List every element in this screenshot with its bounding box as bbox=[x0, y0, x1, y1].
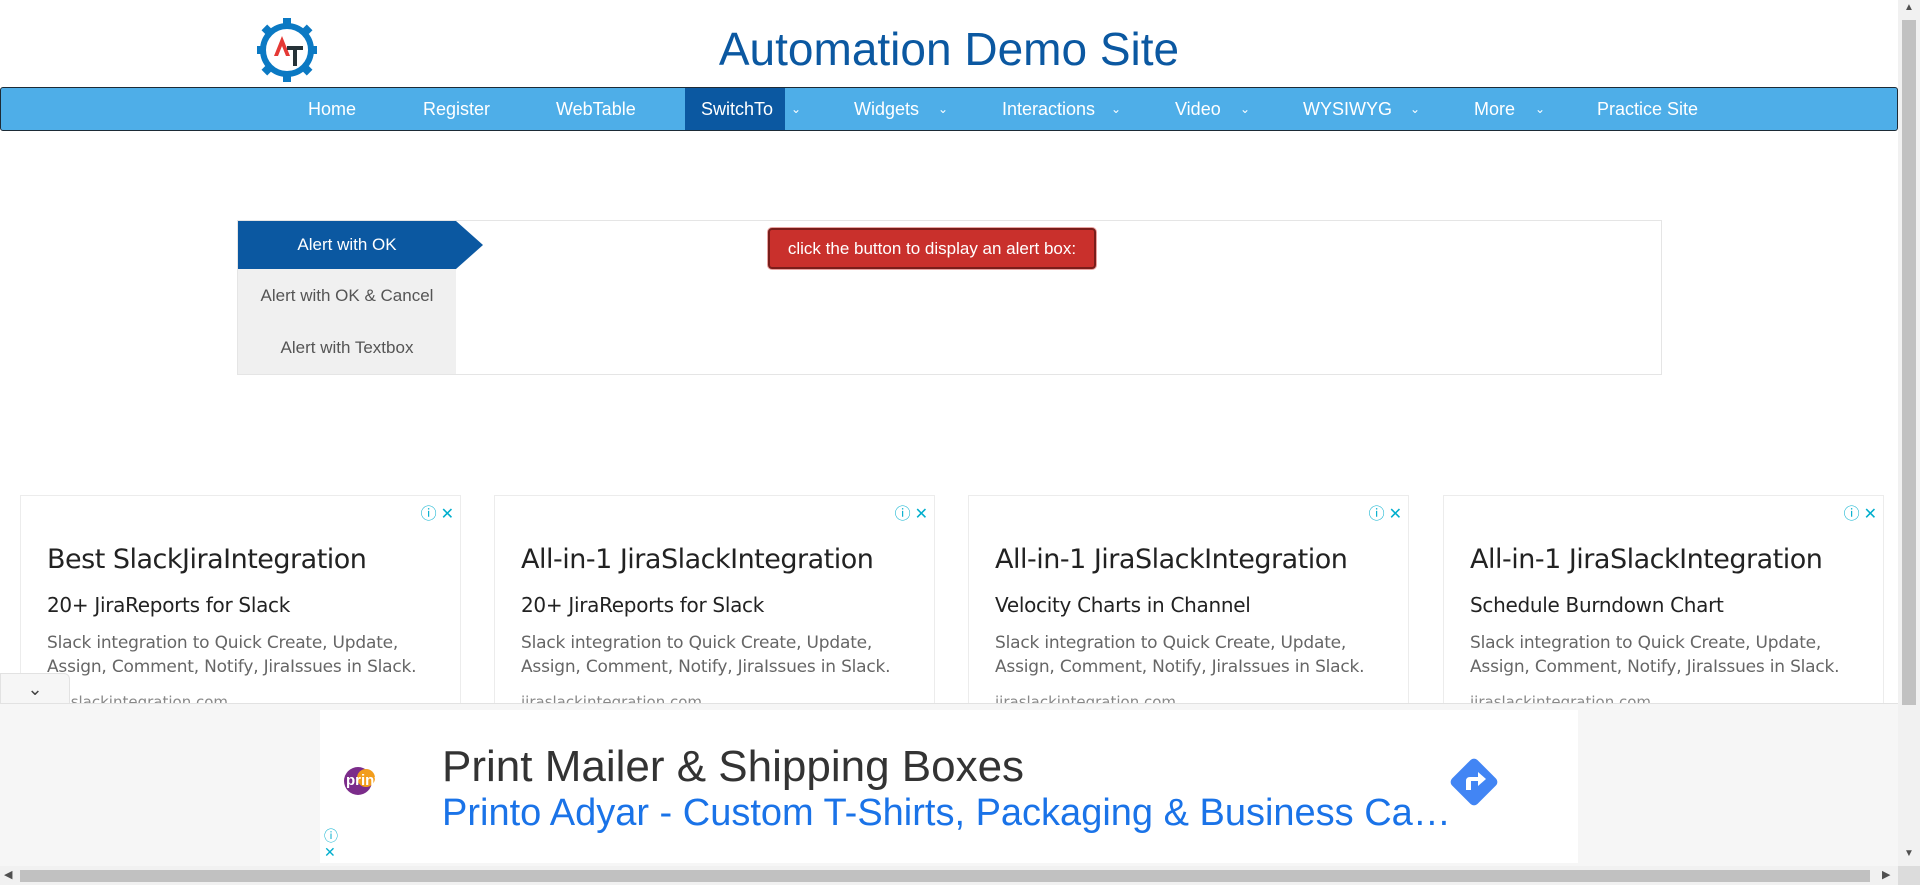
ad-body: Slack integration to Quick Create, Updat… bbox=[47, 633, 417, 677]
chevron-down-icon[interactable]: ⌄ bbox=[1404, 88, 1426, 130]
ad-subtitle: Schedule Burndown Chart bbox=[1470, 593, 1724, 617]
nav-item-video[interactable]: Video bbox=[1159, 88, 1237, 130]
ad-body: Slack integration to Quick Create, Updat… bbox=[1470, 633, 1840, 677]
vertical-scrollbar[interactable]: ▲ ▼ bbox=[1898, 0, 1920, 866]
info-icon[interactable]: ⓘ bbox=[421, 506, 437, 523]
scroll-left-icon[interactable]: ◀ bbox=[4, 868, 12, 881]
scrollbar-thumb[interactable] bbox=[20, 870, 1870, 882]
banner-title[interactable]: Print Mailer & Shipping Boxes bbox=[442, 742, 1024, 792]
scrollbar-thumb[interactable] bbox=[1902, 20, 1916, 705]
tab-alert-with-ok-cancel[interactable]: Alert with OK & Cancel bbox=[238, 272, 456, 320]
ad-subtitle: Velocity Charts in Channel bbox=[995, 593, 1251, 617]
nav-item-switchto[interactable]: SwitchTo bbox=[685, 88, 790, 130]
info-icon[interactable]: ⓘ bbox=[1369, 506, 1385, 523]
chevron-down-icon[interactable]: ⌄ bbox=[1234, 88, 1256, 130]
scroll-down-icon[interactable]: ▼ bbox=[1898, 848, 1920, 859]
info-icon[interactable]: ⓘ bbox=[324, 828, 338, 844]
collapse-banner-button[interactable]: ⌄ bbox=[0, 673, 70, 703]
printo-logo: printo bbox=[344, 767, 389, 795]
ad-subtitle: 20+ JiraReports for Slack bbox=[521, 593, 765, 617]
scroll-right-icon[interactable]: ▶ bbox=[1882, 868, 1890, 881]
close-icon[interactable]: ✕ bbox=[915, 506, 928, 523]
directions-arrow-icon[interactable] bbox=[1444, 752, 1504, 812]
main-nav: Home Register WebTable SwitchTo ⌄ Widget… bbox=[0, 87, 1898, 131]
display-alert-button[interactable]: click the button to display an alert box… bbox=[768, 228, 1096, 269]
close-icon[interactable]: ✕ bbox=[324, 844, 338, 860]
nav-item-more[interactable]: More bbox=[1458, 88, 1531, 130]
info-icon[interactable]: ⓘ bbox=[895, 506, 911, 523]
nav-item-wysiwyg[interactable]: WYSIWYG bbox=[1287, 88, 1408, 130]
chevron-down-icon: ⌄ bbox=[27, 679, 43, 699]
ad-title[interactable]: Best SlackJiraIntegration bbox=[47, 544, 367, 575]
chevron-down-icon[interactable]: ⌄ bbox=[785, 88, 807, 130]
close-icon[interactable]: ✕ bbox=[441, 506, 454, 523]
nav-item-practice-site[interactable]: Practice Site bbox=[1581, 88, 1714, 130]
chevron-down-icon[interactable]: ⌄ bbox=[1105, 88, 1127, 130]
ad-subtitle: 20+ JiraReports for Slack bbox=[47, 593, 291, 617]
bottom-ad-banner[interactable]: printo Print Mailer & Shipping Boxes Pri… bbox=[320, 710, 1578, 863]
nav-item-register[interactable]: Register bbox=[407, 88, 506, 130]
horizontal-scrollbar[interactable]: ◀ ▶ bbox=[0, 866, 1898, 885]
site-title: Automation Demo Site bbox=[718, 23, 1180, 75]
ad-card[interactable]: ⓘ ✕ All-in-1 JiraSlackIntegration 20+ Jir… bbox=[494, 495, 935, 705]
scrollbar-corner bbox=[1898, 866, 1920, 885]
ad-card[interactable]: ⓘ ✕ All-in-1 JiraSlackIntegration Velocit… bbox=[968, 495, 1409, 705]
close-icon[interactable]: ✕ bbox=[1389, 506, 1402, 523]
nav-item-home[interactable]: Home bbox=[292, 88, 372, 130]
chevron-down-icon[interactable]: ⌄ bbox=[1529, 88, 1551, 130]
page: Automation Demo Site Home Register WebTa… bbox=[0, 0, 1920, 885]
tab-alert-with-ok[interactable]: Alert with OK bbox=[238, 221, 483, 269]
scroll-up-icon[interactable]: ▲ bbox=[1898, 2, 1920, 13]
ad-title[interactable]: All-in-1 JiraSlackIntegration bbox=[995, 544, 1348, 575]
ad-body: Slack integration to Quick Create, Updat… bbox=[521, 633, 891, 677]
ad-card[interactable]: ⓘ ✕ All-in-1 JiraSlackIntegration Schedul… bbox=[1443, 495, 1884, 705]
close-icon[interactable]: ✕ bbox=[1864, 506, 1877, 523]
chevron-down-icon[interactable]: ⌄ bbox=[932, 88, 954, 130]
nav-item-widgets[interactable]: Widgets bbox=[838, 88, 935, 130]
ad-card[interactable]: ⓘ ✕ Best SlackJiraIntegration 20+ JiraRep… bbox=[20, 495, 461, 705]
tab-alert-with-textbox[interactable]: Alert with Textbox bbox=[238, 324, 456, 372]
banner-link[interactable]: Printo Adyar - Custom T-Shirts, Packagin… bbox=[442, 792, 1451, 835]
ad-body: Slack integration to Quick Create, Updat… bbox=[995, 633, 1365, 677]
nav-item-webtable[interactable]: WebTable bbox=[540, 88, 652, 130]
ad-title[interactable]: All-in-1 JiraSlackIntegration bbox=[1470, 544, 1823, 575]
alert-tabs: Alert with OK Alert with OK & Cancel Ale… bbox=[238, 221, 483, 374]
info-icon[interactable]: ⓘ bbox=[1844, 506, 1860, 523]
printo-brand-text: printo bbox=[346, 772, 389, 789]
nav-item-interactions[interactable]: Interactions bbox=[986, 88, 1111, 130]
ad-title[interactable]: All-in-1 JiraSlackIntegration bbox=[521, 544, 874, 575]
